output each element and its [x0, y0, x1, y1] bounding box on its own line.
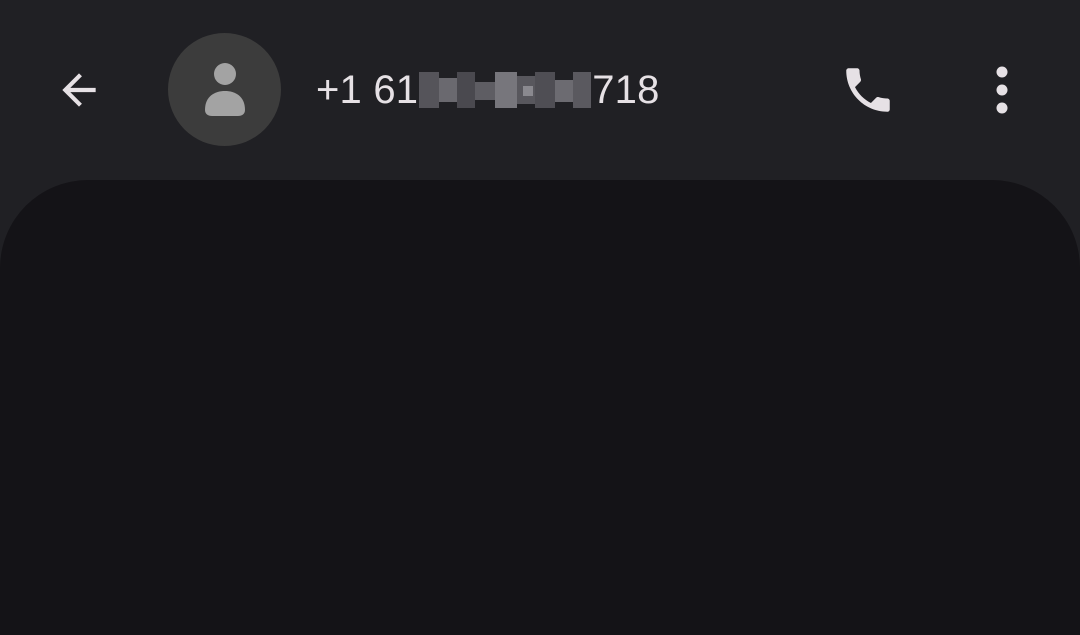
conversation-screen: +1 61 718 — [0, 0, 1080, 635]
back-button[interactable] — [39, 50, 119, 130]
contact-number-prefix: +1 61 — [316, 67, 419, 112]
more-vert-icon — [996, 66, 1008, 114]
more-options-button[interactable] — [962, 50, 1042, 130]
phone-icon — [846, 68, 890, 112]
top-app-bar: +1 61 718 — [0, 0, 1080, 180]
contact-number-title[interactable]: +1 61 718 — [316, 62, 660, 118]
contact-avatar[interactable] — [168, 33, 281, 146]
person-icon — [204, 62, 245, 116]
contact-number-suffix: 718 — [592, 67, 660, 112]
arrow-back-icon — [62, 73, 96, 107]
call-button[interactable] — [828, 50, 908, 130]
redacted-digits — [419, 72, 592, 108]
conversation-area — [0, 180, 1080, 635]
